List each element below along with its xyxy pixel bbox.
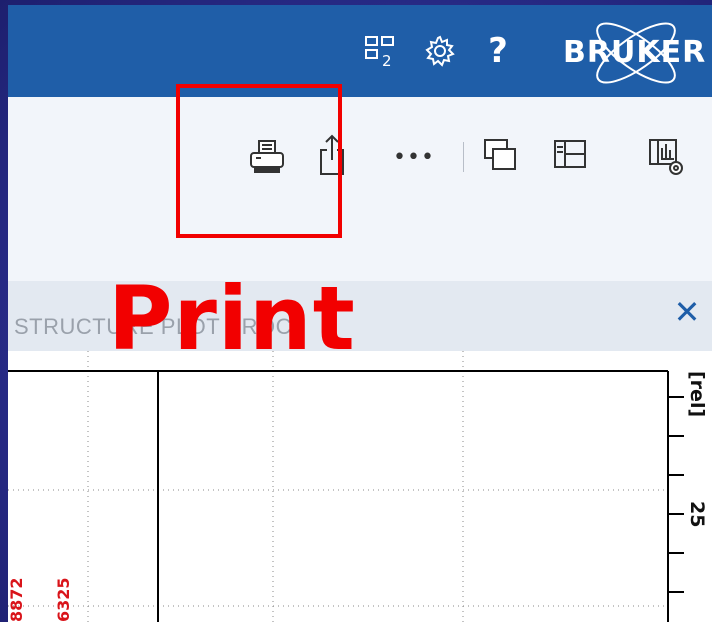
topspin-window: 2 ? BRUKER ••• STRUCTURE PLOT PROC ✕ [re… — [8, 5, 712, 622]
display-settings-icon[interactable] — [644, 135, 694, 183]
bruker-logo: BRUKER — [553, 9, 712, 97]
spectrum-grid — [8, 351, 668, 622]
peak-label-2: 6325 — [54, 577, 73, 622]
toolbar: ••• — [8, 97, 712, 282]
layout-2-icon[interactable]: 2 — [360, 31, 400, 71]
y-axis-label: [rel] — [686, 371, 708, 418]
y-tick-label: 25 — [686, 501, 708, 528]
close-icon[interactable]: ✕ — [672, 293, 702, 331]
svg-text:2: 2 — [382, 52, 392, 68]
help-glyph: ? — [488, 31, 508, 71]
window-layout-icon[interactable] — [478, 135, 522, 175]
title-bar: 2 ? BRUKER — [8, 5, 712, 97]
peak-label-1: 8872 — [8, 577, 26, 622]
print-highlight-box — [176, 84, 342, 238]
gear-icon[interactable] — [420, 31, 460, 71]
close-label: ✕ — [673, 293, 701, 331]
spectrum-area[interactable]: [rel] 25 8872 6325 — [8, 351, 712, 622]
toolbar-separator — [463, 142, 464, 172]
print-callout-label: Print — [108, 267, 356, 370]
more-icon[interactable]: ••• — [390, 143, 438, 173]
logo-text: BRUKER — [563, 35, 707, 70]
panel-layout-icon[interactable] — [548, 135, 592, 175]
y-axis-ticks — [668, 396, 684, 593]
help-icon[interactable]: ? — [478, 31, 518, 71]
more-label: ••• — [393, 145, 435, 170]
spectrum-plot — [8, 351, 684, 622]
